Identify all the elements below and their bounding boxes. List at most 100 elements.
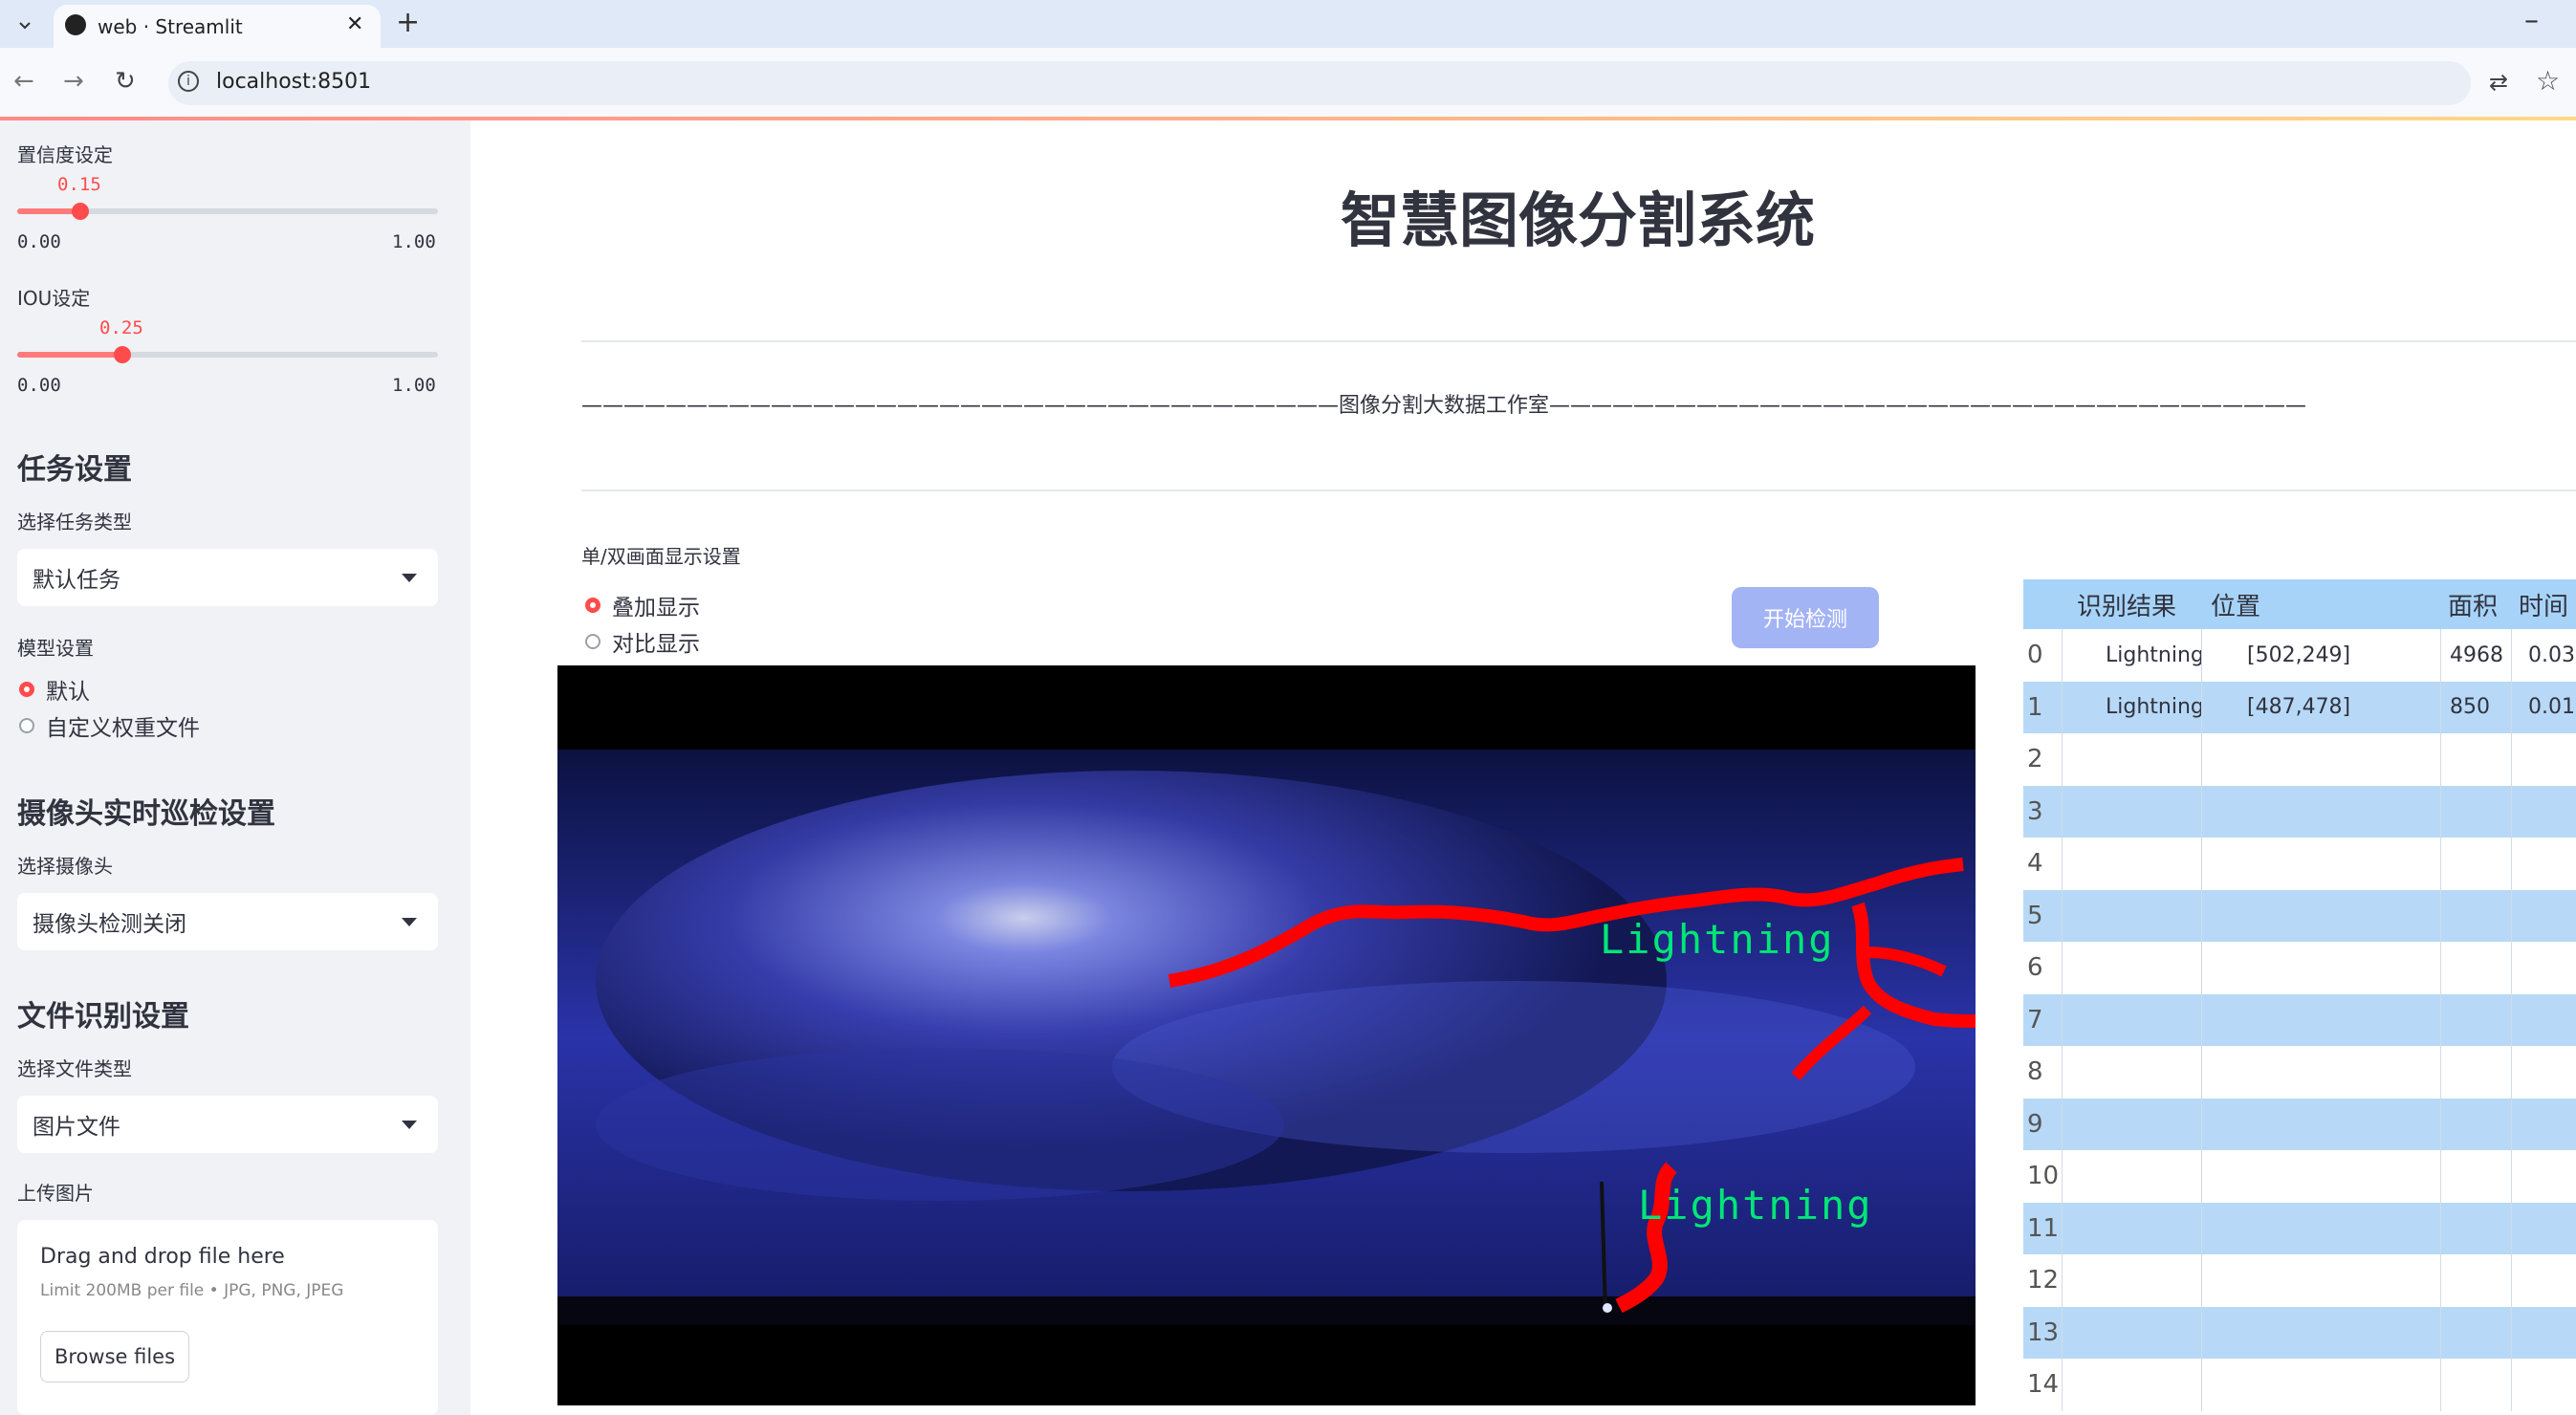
column-divider	[2062, 1306, 2063, 1359]
column-divider	[2201, 1254, 2202, 1307]
table-row[interactable]: 9	[2023, 1098, 2576, 1150]
url-field[interactable]: i localhost:8501	[168, 61, 2471, 105]
row-index: 10	[2027, 1162, 2060, 1191]
cell-time: 0.01	[2528, 695, 2575, 720]
display-option-compare[interactable]: 对比显示	[585, 625, 700, 658]
column-divider	[2062, 1359, 2063, 1411]
row-index: 1	[2027, 692, 2043, 722]
table-row[interactable]: 11	[2023, 1202, 2576, 1254]
table-row[interactable]: 4	[2023, 838, 2576, 890]
task-type-select[interactable]: 默认任务	[17, 549, 438, 606]
table-row[interactable]: 1 Lightning [487,478] 850 0.01	[2023, 681, 2576, 733]
iou-min: 0.00	[17, 375, 61, 396]
detection-label-1: Lightning	[1638, 1182, 1873, 1229]
column-divider	[2201, 629, 2202, 682]
column-divider	[2201, 838, 2202, 890]
file-dropzone[interactable]: Drag and drop file here Limit 200MB per …	[17, 1220, 438, 1415]
column-divider	[2511, 629, 2512, 682]
column-header-result[interactable]: 识别结果	[2077, 579, 2176, 629]
results-table[interactable]: 识别结果 位置 面积 时间 0 Lightning [502,249] 4968 0.0…	[2023, 579, 2576, 1411]
column-divider	[2062, 1046, 2063, 1099]
row-index: 9	[2027, 1109, 2043, 1139]
back-icon[interactable]: ←	[13, 67, 34, 96]
browse-files-button[interactable]: Browse files	[40, 1331, 189, 1382]
confidence-slider-handle[interactable]	[72, 203, 89, 220]
file-type-select[interactable]: 图片文件	[17, 1096, 438, 1153]
column-header-position[interactable]: 位置	[2211, 579, 2260, 629]
column-header-area[interactable]: 面积	[2448, 579, 2498, 629]
table-row[interactable]: 5	[2023, 889, 2576, 942]
confidence-min: 0.00	[17, 231, 61, 252]
column-divider	[2511, 1202, 2512, 1254]
detection-result-image: Lightning Lightning	[557, 665, 1976, 1405]
column-divider	[2062, 785, 2063, 838]
sidebar: 置信度设定 0.15 0.00 1.00 IOU设定 0.25 0.00 1.0…	[0, 120, 470, 1415]
display-option-overlay[interactable]: 叠加显示	[585, 589, 700, 621]
column-divider	[2201, 993, 2202, 1046]
browser-tab[interactable]: web · Streamlit ✕	[54, 5, 381, 48]
task-type-value: 默认任务	[33, 568, 120, 593]
dropzone-text: Drag and drop file here	[40, 1245, 285, 1269]
camera-select-value: 摄像头检测关闭	[33, 912, 186, 937]
table-row[interactable]: 13	[2023, 1306, 2576, 1359]
close-tab-icon[interactable]: ✕	[346, 12, 363, 36]
table-row[interactable]: 0 Lightning [502,249] 4968 0.03	[2023, 629, 2576, 682]
tab-list-chevron-icon[interactable]	[10, 10, 40, 40]
row-index: 0	[2027, 641, 2043, 670]
display-option-overlay-label: 叠加显示	[612, 596, 700, 620]
row-index: 4	[2027, 849, 2043, 879]
table-row[interactable]: 10	[2023, 1150, 2576, 1203]
radio-unselected-icon	[585, 634, 600, 649]
column-divider	[2440, 1254, 2441, 1307]
camera-select[interactable]: 摄像头检测关闭	[17, 893, 438, 950]
column-divider	[2201, 1306, 2202, 1359]
column-divider	[2440, 629, 2441, 682]
cell-time: 0.03	[2528, 642, 2575, 667]
table-header: 识别结果 位置 面积 时间	[2023, 579, 2576, 629]
column-divider	[2511, 838, 2512, 890]
start-detection-button[interactable]: 开始检测	[1732, 587, 1879, 648]
table-row[interactable]: 8	[2023, 1046, 2576, 1099]
task-type-label: 选择任务类型	[17, 511, 132, 533]
iou-slider-handle[interactable]	[114, 346, 131, 363]
column-divider	[2440, 942, 2441, 994]
column-divider	[2062, 1254, 2063, 1307]
table-row[interactable]: 14	[2023, 1359, 2576, 1411]
column-divider	[2062, 889, 2063, 942]
cell-result: Lightning	[2106, 695, 2204, 720]
forward-icon[interactable]: →	[63, 67, 84, 96]
table-row[interactable]: 12	[2023, 1254, 2576, 1307]
bookmark-star-icon[interactable]: ☆	[2536, 65, 2560, 97]
table-row[interactable]: 2	[2023, 733, 2576, 786]
table-body: 0 Lightning [502,249] 4968 0.03 1 Lightning [48…	[2023, 629, 2576, 1411]
column-divider	[2062, 942, 2063, 994]
column-divider	[2511, 733, 2512, 786]
model-option-default[interactable]: 默认	[19, 673, 90, 706]
row-index: 3	[2027, 796, 2043, 826]
table-row[interactable]: 3	[2023, 785, 2576, 838]
minimize-window-icon[interactable]: –	[2524, 4, 2539, 37]
column-divider	[2201, 1098, 2202, 1150]
detection-label-0: Lightning	[1600, 916, 1835, 963]
row-index: 6	[2027, 953, 2043, 983]
url-text: localhost:8501	[216, 70, 372, 94]
column-divider	[2511, 1150, 2512, 1203]
column-divider	[2440, 1359, 2441, 1411]
reload-icon[interactable]: ↻	[115, 67, 136, 96]
column-divider	[2511, 681, 2512, 733]
column-divider	[2511, 785, 2512, 838]
column-divider	[2440, 993, 2441, 1046]
row-index: 13	[2027, 1317, 2060, 1347]
site-info-icon[interactable]: i	[178, 71, 199, 92]
column-divider	[2201, 681, 2202, 733]
table-row[interactable]: 7	[2023, 993, 2576, 1046]
new-tab-icon[interactable]: +	[396, 6, 420, 39]
row-index: 7	[2027, 1005, 2043, 1034]
table-row[interactable]: 6	[2023, 942, 2576, 994]
model-option-custom[interactable]: 自定义权重文件	[19, 709, 200, 742]
column-divider	[2440, 681, 2441, 733]
column-divider	[2440, 1046, 2441, 1099]
chevron-down-icon	[402, 573, 417, 582]
translate-icon[interactable]: ⇄	[2489, 69, 2508, 96]
column-header-time[interactable]: 时间	[2519, 579, 2568, 629]
